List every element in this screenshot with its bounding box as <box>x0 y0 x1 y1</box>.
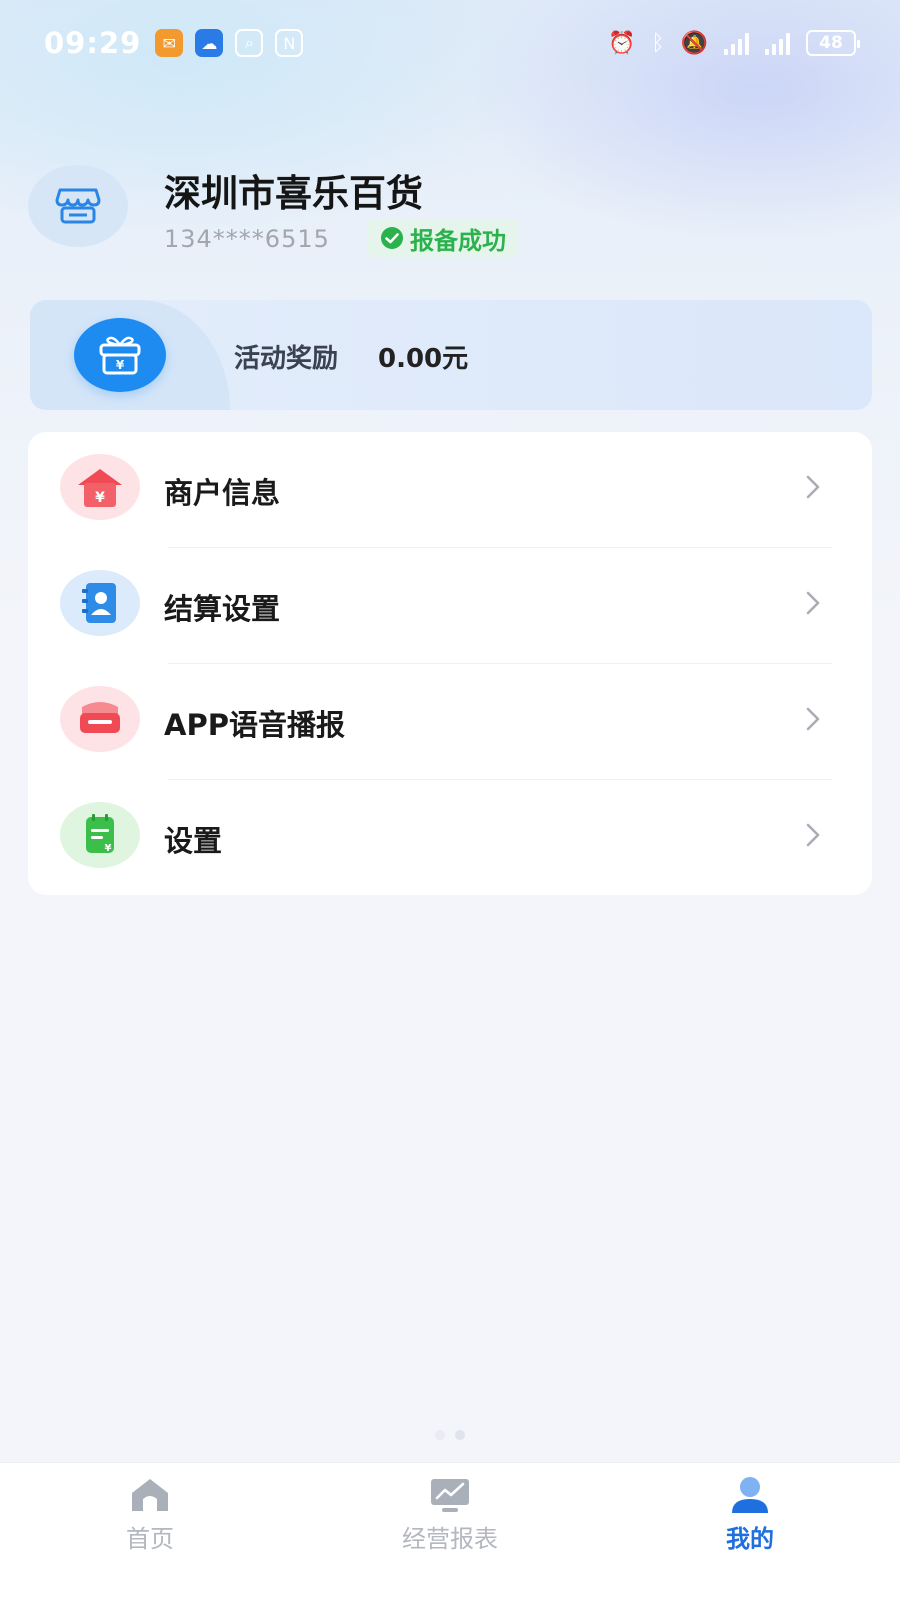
battery-icon: 48 <box>806 30 860 56</box>
tab-home[interactable]: 首页 <box>0 1463 300 1600</box>
cloud-app-icon: ☁ <box>195 29 224 57</box>
chevron-right-icon <box>806 707 820 731</box>
gift-badge: ¥ <box>74 318 166 392</box>
reward-value: 0.00元 <box>378 344 469 374</box>
contact-book-icon <box>60 570 140 636</box>
tab-label: 首页 <box>126 1525 174 1553</box>
user-icon <box>732 1477 768 1513</box>
avatar[interactable] <box>28 165 128 247</box>
chevron-right-icon <box>806 591 820 615</box>
menu-item-settlement[interactable]: 结算设置 <box>28 548 872 664</box>
notepad-icon: ¥ <box>60 802 140 868</box>
chevron-right-icon <box>806 823 820 847</box>
signal-2-icon <box>765 31 790 55</box>
tab-label: 我的 <box>726 1525 774 1553</box>
mute-icon: 🔕 <box>680 30 708 56</box>
menu-item-merchant-info[interactable]: ¥ 商户信息 <box>28 432 872 548</box>
check-circle-icon <box>381 227 403 249</box>
settings-menu: ¥ 商户信息 结算设置 APP语音播报 ¥ 设置 <box>28 432 872 895</box>
merchant-profile: 深圳市喜乐百货 134****6515 报备成功 <box>28 165 872 265</box>
shop-phone: 134****6515 <box>164 225 330 253</box>
page-dot-active <box>455 1430 465 1440</box>
status-bar: 09:29 ✉ ☁ ⌕ N ⏰ ᛒ 🔕 48 <box>0 0 900 86</box>
page-indicator <box>0 1430 900 1440</box>
svg-text:¥: ¥ <box>95 490 105 506</box>
status-text: 报备成功 <box>410 226 506 255</box>
status-badge: 报备成功 <box>368 219 518 257</box>
gift-icon: ¥ <box>99 336 141 375</box>
report-chart-icon <box>431 1479 469 1512</box>
svg-text:¥: ¥ <box>105 843 112 854</box>
menu-label: 设置 <box>164 824 223 858</box>
search-app-icon: ⌕ <box>235 29 264 57</box>
status-time: 09:29 <box>44 26 142 60</box>
notification-app-icon: ✉ <box>155 29 184 57</box>
battery-level: 48 <box>819 33 843 53</box>
shop-name: 深圳市喜乐百货 <box>164 172 423 215</box>
menu-item-voice-broadcast[interactable]: APP语音播报 <box>28 664 872 780</box>
signal-icon <box>724 31 749 55</box>
speaker-box-icon <box>60 686 140 752</box>
status-right: ⏰ ᛒ 🔕 48 <box>607 30 860 56</box>
nfc-icon: N <box>275 29 304 57</box>
reward-label: 活动奖励 <box>234 344 339 374</box>
tab-reports[interactable]: 经营报表 <box>300 1463 600 1600</box>
alarm-icon: ⏰ <box>607 30 636 56</box>
activity-reward-banner[interactable]: ¥ 活动奖励 0.00元 <box>30 300 872 410</box>
tab-label: 经营报表 <box>402 1525 498 1553</box>
tab-mine[interactable]: 我的 <box>600 1463 900 1600</box>
bluetooth-icon: ᛒ <box>651 30 665 56</box>
shop-icon <box>55 188 101 224</box>
page-dot <box>435 1430 445 1440</box>
svg-text:¥: ¥ <box>116 358 125 372</box>
chevron-right-icon <box>806 475 820 499</box>
bottom-tab-bar: 首页 经营报表 我的 <box>0 1462 900 1600</box>
menu-item-settings[interactable]: ¥ 设置 <box>28 780 872 896</box>
shop-house-icon: ¥ <box>60 454 140 520</box>
home-icon <box>132 1479 168 1511</box>
menu-label: APP语音播报 <box>164 708 345 742</box>
menu-label: 结算设置 <box>164 592 281 626</box>
menu-label: 商户信息 <box>164 476 281 510</box>
